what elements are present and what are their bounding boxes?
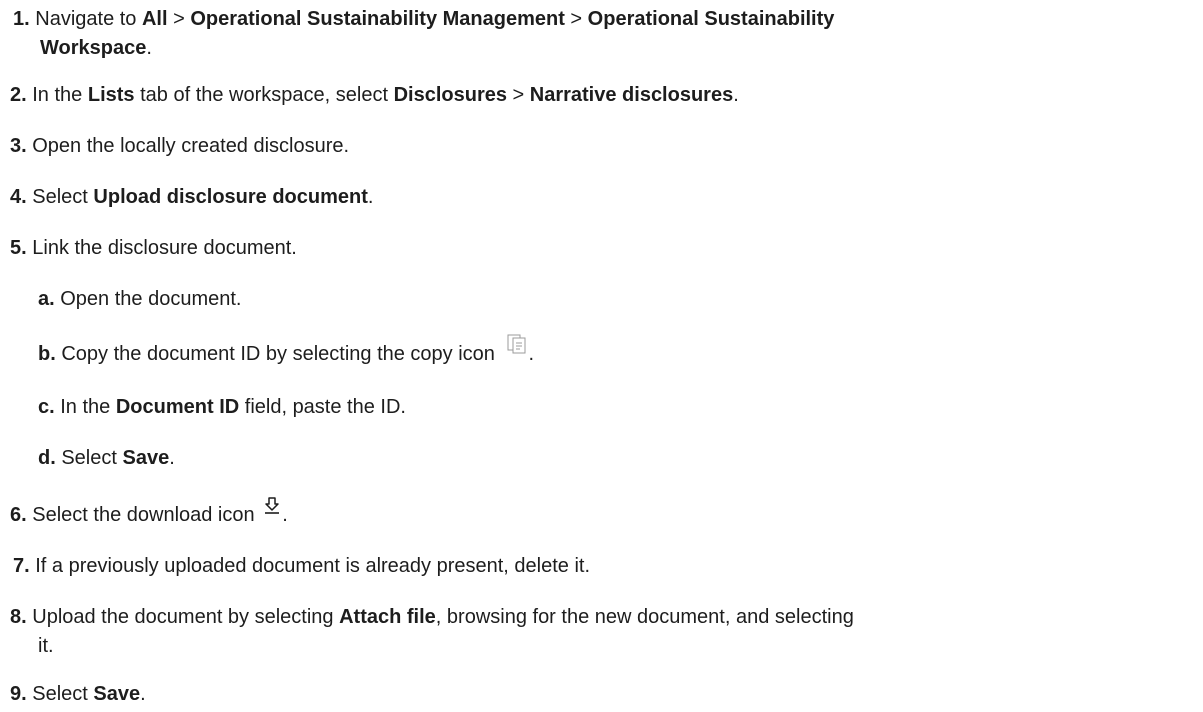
period: . — [367, 186, 374, 208]
step-number: 3. — [10, 135, 27, 157]
step-text: Open the document. — [60, 288, 242, 310]
lists-tab: Lists — [87, 84, 135, 106]
procedure-steps: 1. Navigate to All > Operational Sustain… — [0, 0, 1203, 712]
document-id-label: Document ID — [115, 396, 240, 418]
disclosures-label: Disclosures — [393, 84, 507, 106]
step-5a: a. Open the document. — [38, 285, 1203, 314]
step-text: Select — [32, 186, 94, 208]
step-5d: d. Select Save. — [38, 444, 1203, 473]
menu-workspace: Operational Sustainability — [587, 8, 835, 30]
period: . — [169, 447, 175, 469]
step-text: Upload the document by selecting — [32, 606, 340, 628]
step-5b: b. Copy the document ID by selecting the… — [38, 334, 1203, 369]
substep-letter: d. — [38, 447, 56, 469]
step-number: 4. — [10, 186, 27, 208]
step-1-continuation: Workspace. — [40, 34, 1203, 63]
separator: > — [506, 84, 530, 106]
step-text: Select — [32, 683, 94, 705]
download-icon — [262, 496, 282, 525]
step-8-continuation: it. — [38, 632, 1203, 661]
step-text: Navigate to — [35, 8, 142, 30]
step-text: In the — [60, 396, 116, 418]
step-text: Select the download icon — [32, 504, 261, 526]
substep-letter: c. — [38, 396, 55, 418]
menu-osm: Operational Sustainability Management — [190, 8, 565, 30]
step-text: Select — [61, 447, 123, 469]
period: . — [282, 504, 288, 526]
save-label: Save — [93, 683, 141, 705]
step-8: 8. Upload the document by selecting Atta… — [10, 603, 1203, 632]
upload-disclosure-document-label: Upload disclosure document — [93, 186, 368, 208]
step-1: 1. Navigate to All > Operational Sustain… — [13, 5, 1203, 34]
period: . — [146, 37, 152, 59]
period: . — [140, 683, 146, 705]
separator: > — [564, 8, 588, 30]
step-5c: c. In the Document ID field, paste the I… — [38, 393, 1203, 422]
narrative-disclosures-label: Narrative disclosures — [529, 84, 734, 106]
step-3: 3. Open the locally created disclosure. — [10, 132, 1203, 161]
step-2: 2. In the Lists tab of the workspace, se… — [10, 81, 1203, 110]
step-text: Open the locally created disclosure. — [32, 135, 350, 157]
period: . — [528, 343, 535, 365]
save-label: Save — [122, 447, 170, 469]
separator: > — [167, 8, 191, 30]
substep-letter: a. — [38, 288, 55, 310]
step-number: 7. — [13, 555, 30, 577]
step-text: , browsing for the new document, and sel… — [435, 606, 854, 628]
attach-file-label: Attach file — [339, 606, 436, 628]
substep-letter: b. — [38, 343, 56, 365]
step-9: 9. Select Save. — [10, 680, 1203, 709]
step-text: field, paste the ID. — [239, 396, 406, 418]
step-text: it. — [38, 635, 54, 657]
copy-icon — [506, 332, 528, 363]
menu-workspace-cont: Workspace — [40, 37, 147, 59]
menu-all: All — [141, 8, 168, 30]
step-text: tab of the workspace, select — [134, 84, 394, 106]
step-text: Link the disclosure document. — [32, 237, 297, 259]
step-text: Copy the document ID by selecting the co… — [61, 343, 501, 365]
step-4: 4. Select Upload disclosure document. — [10, 183, 1203, 212]
step-number: 8. — [10, 606, 27, 628]
step-7: 7. If a previously uploaded document is … — [13, 552, 1203, 581]
period: . — [733, 84, 739, 106]
step-number: 9. — [10, 683, 27, 705]
step-number: 2. — [10, 84, 27, 106]
step-text: In the — [32, 84, 88, 106]
step-number: 5. — [10, 237, 27, 259]
step-text: If a previously uploaded document is alr… — [35, 555, 591, 577]
step-5: 5. Link the disclosure document. — [10, 234, 1203, 263]
step-number: 6. — [10, 504, 27, 526]
step-number: 1. — [13, 8, 30, 30]
step-6: 6. Select the download icon . — [10, 497, 1203, 530]
